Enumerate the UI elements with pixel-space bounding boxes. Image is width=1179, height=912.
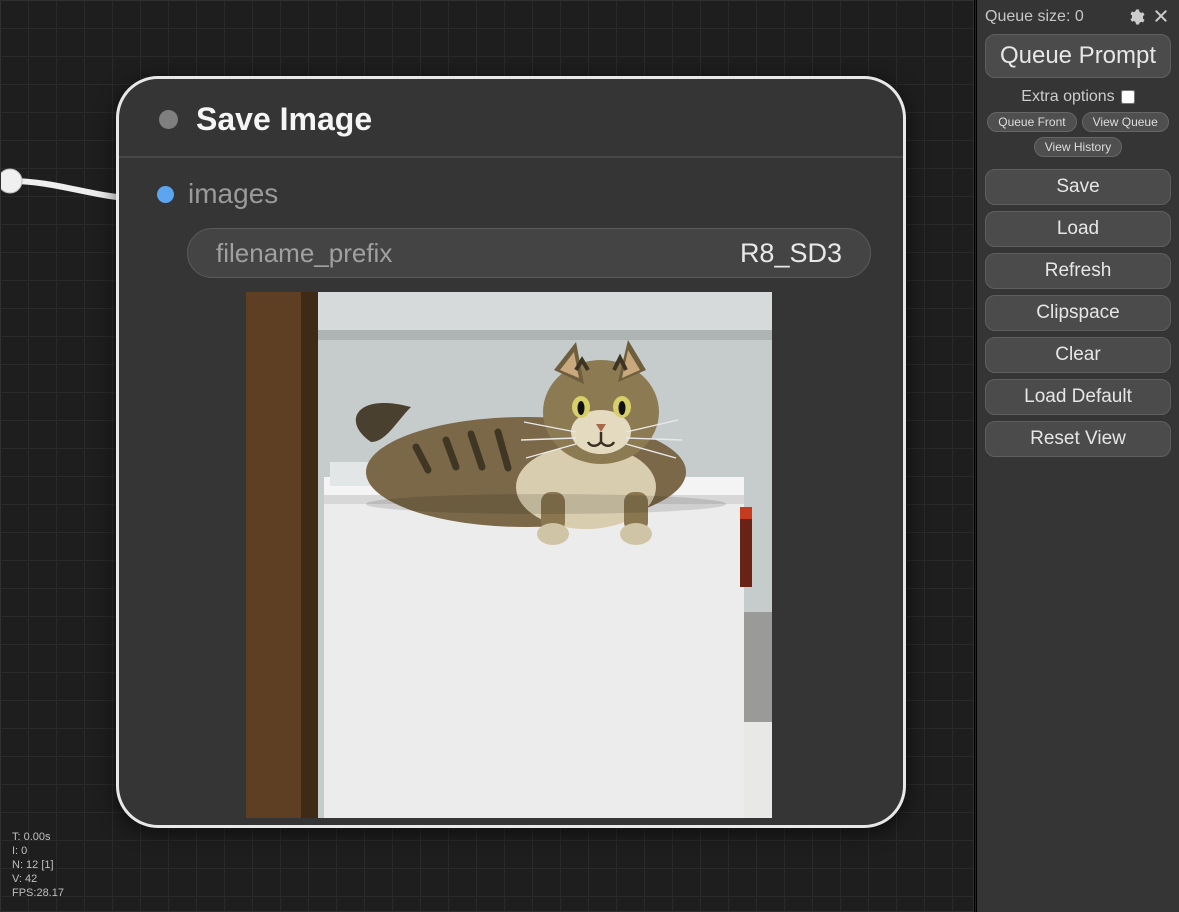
node-titlebar[interactable]: Save Image [119, 79, 903, 158]
node-input-row: images [147, 178, 871, 210]
stat-t: T: 0.00s [12, 830, 64, 844]
save-button[interactable]: Save [985, 169, 1171, 205]
images-input-port[interactable] [157, 186, 174, 203]
filename-prefix-value: R8_SD3 [740, 238, 842, 269]
stat-i: I: 0 [12, 844, 64, 858]
clipspace-button[interactable]: Clipspace [985, 295, 1171, 331]
gear-icon[interactable] [1127, 8, 1145, 26]
stat-n: N: 12 [1] [12, 858, 64, 872]
node-body: images filename_prefix R8_SD3 [119, 158, 903, 825]
extra-options-row: Extra options [985, 88, 1171, 106]
filename-prefix-widget[interactable]: filename_prefix R8_SD3 [187, 228, 871, 278]
extra-options-label: Extra options [1021, 88, 1114, 106]
queue-front-button[interactable]: Queue Front [987, 112, 1076, 132]
canvas-stats: T: 0.00s I: 0 N: 12 [1] V: 42 FPS:28.17 [12, 830, 64, 900]
queue-prompt-button[interactable]: Queue Prompt [985, 34, 1171, 78]
clear-button[interactable]: Clear [985, 337, 1171, 373]
reset-view-button[interactable]: Reset View [985, 421, 1171, 457]
view-history-button[interactable]: View History [1034, 137, 1122, 157]
close-icon[interactable] [1153, 8, 1171, 26]
stat-v: V: 42 [12, 872, 64, 886]
node-collapse-dot[interactable] [159, 110, 178, 129]
load-button[interactable]: Load [985, 211, 1171, 247]
stat-fps: FPS:28.17 [12, 886, 64, 900]
side-panel: Queue size: 0 Queue Prompt Extra options… [976, 0, 1179, 912]
save-image-node[interactable]: Save Image images filename_prefix R8_SD3 [116, 76, 906, 828]
refresh-button[interactable]: Refresh [985, 253, 1171, 289]
filename-prefix-label: filename_prefix [216, 238, 392, 269]
extra-options-checkbox[interactable] [1121, 90, 1135, 104]
view-queue-button[interactable]: View Queue [1082, 112, 1169, 132]
images-input-label: images [188, 178, 278, 210]
queue-size-label: Queue size: 0 [985, 8, 1119, 26]
output-image-preview[interactable] [246, 292, 772, 818]
load-default-button[interactable]: Load Default [985, 379, 1171, 415]
node-title: Save Image [196, 101, 372, 138]
